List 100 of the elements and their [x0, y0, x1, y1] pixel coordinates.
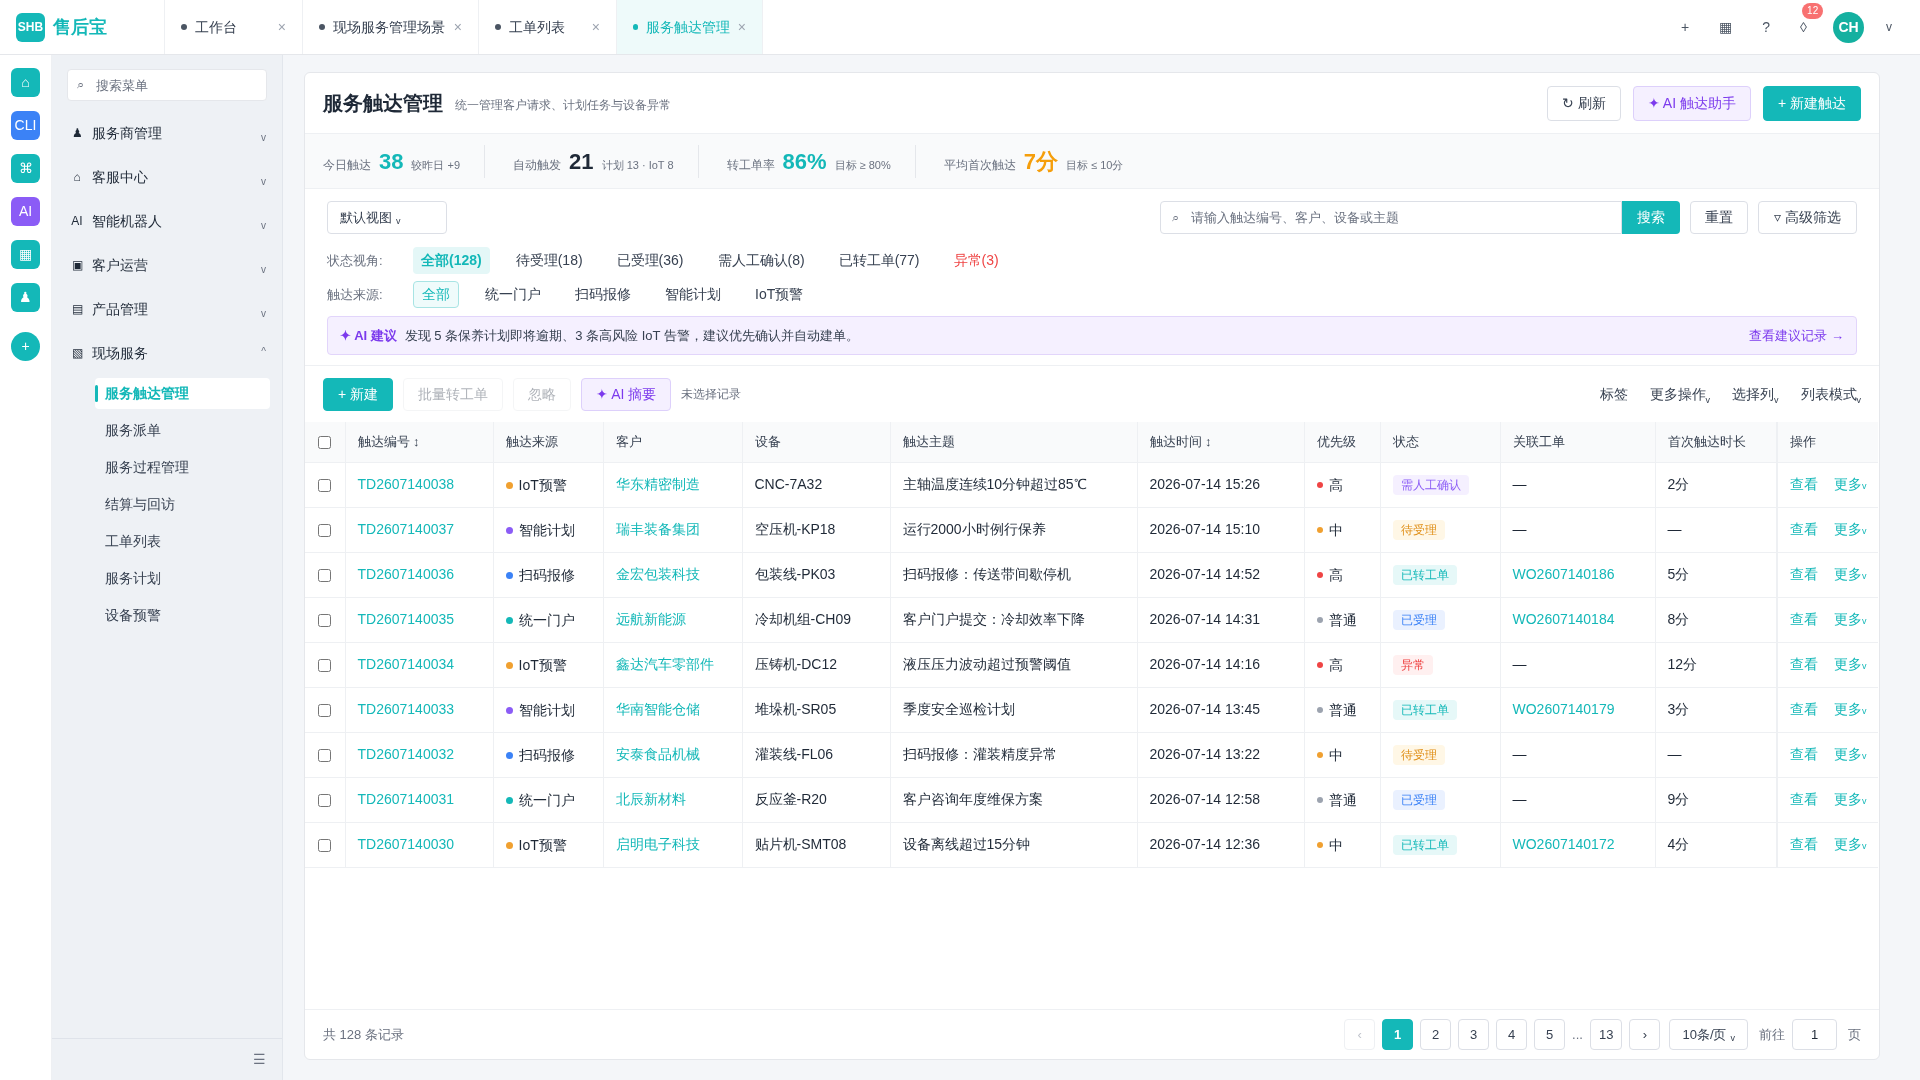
toolbar-button[interactable]: + 新建 [323, 377, 394, 411]
more-link[interactable]: 更多 [1834, 656, 1862, 672]
close-icon[interactable]: × [737, 16, 746, 38]
more-link[interactable]: 更多 [1834, 701, 1862, 717]
filter-chip[interactable]: 待受理(18) [507, 247, 591, 274]
record-link[interactable]: TD2607140034 [357, 656, 455, 672]
rail-button[interactable]: CLI [11, 111, 40, 140]
menu-item[interactable]: ♟ 服务商管理 v [52, 111, 282, 155]
customer-link[interactable]: 远航新能源 [615, 611, 686, 627]
close-icon[interactable]: × [277, 16, 286, 38]
record-link[interactable]: TD2607140033 [357, 701, 455, 717]
filter-chip[interactable]: 全部 [413, 281, 459, 308]
view-link[interactable]: 查看 [1790, 701, 1818, 717]
toolbar-icon[interactable]: ? [1758, 18, 1775, 35]
more-link[interactable]: 更多 [1834, 476, 1862, 492]
menu-item[interactable]: ⌂ 客服中心 v [52, 155, 282, 199]
filter-chip[interactable]: 智能计划 [657, 281, 729, 308]
next-page-button[interactable]: › [1629, 1019, 1661, 1050]
row-checkbox[interactable] [318, 748, 332, 762]
view-suggestions-link[interactable]: 查看建议记录 → [1749, 325, 1844, 346]
select-all-checkbox[interactable] [318, 436, 332, 450]
view-link[interactable]: 查看 [1790, 746, 1818, 762]
filter-chip[interactable]: 异常(3) [945, 247, 1007, 274]
advanced-filter-button[interactable]: ▿ 高级筛选 [1758, 201, 1857, 234]
page-button[interactable]: 5 [1534, 1019, 1566, 1050]
row-checkbox[interactable] [318, 478, 332, 492]
record-link[interactable]: TD2607140036 [357, 566, 455, 582]
submenu-item[interactable]: 服务计划 [95, 563, 270, 594]
toolbar-menu[interactable]: 标签 [1599, 383, 1628, 405]
caret-icon[interactable]: v [1886, 18, 1892, 36]
page-tab[interactable]: 服务触达管理 × [617, 0, 763, 54]
page-button[interactable]: 3 [1458, 1019, 1490, 1050]
customer-link[interactable]: 启明电子科技 [615, 836, 700, 852]
toolbar-button[interactable]: ✦ AI 摘要 [581, 377, 672, 411]
row-checkbox[interactable] [318, 838, 332, 852]
rail-button[interactable]: ▦ [11, 240, 40, 269]
page-button[interactable]: 1 [1382, 1019, 1414, 1050]
view-link[interactable]: 查看 [1790, 656, 1818, 672]
work-order-link[interactable]: WO2607140172 [1512, 836, 1615, 852]
page-size-dropdown[interactable]: 10条/页 v [1669, 1019, 1748, 1050]
submenu-item[interactable]: 服务触达管理 [95, 378, 270, 409]
rail-button[interactable]: + [11, 332, 40, 361]
record-link[interactable]: TD2607140030 [357, 836, 455, 852]
customer-link[interactable]: 华东精密制造 [615, 476, 700, 492]
filter-chip[interactable]: IoT预警 [747, 281, 812, 308]
submenu-item[interactable]: 服务过程管理 [95, 452, 270, 483]
more-link[interactable]: 更多 [1834, 611, 1862, 627]
more-link[interactable]: 更多 [1834, 836, 1862, 852]
filter-chip[interactable]: 已转工单(77) [830, 247, 928, 274]
header-button[interactable]: ✦ AI 触达助手 [1632, 85, 1751, 121]
record-link[interactable]: TD2607140032 [357, 746, 455, 762]
page-button[interactable]: 2 [1420, 1019, 1452, 1050]
toolbar-icon[interactable]: + [1677, 18, 1694, 35]
rail-button[interactable]: ⌂ [11, 68, 40, 97]
view-link[interactable]: 查看 [1790, 836, 1818, 852]
view-link[interactable]: 查看 [1790, 566, 1818, 582]
row-checkbox[interactable] [318, 613, 332, 627]
view-link[interactable]: 查看 [1790, 521, 1818, 537]
customer-link[interactable]: 华南智能仓储 [615, 701, 700, 717]
view-link[interactable]: 查看 [1790, 611, 1818, 627]
view-link[interactable]: 查看 [1790, 476, 1818, 492]
record-link[interactable]: TD2607140031 [357, 791, 455, 807]
page-tab[interactable]: 工作台 × [165, 0, 303, 54]
search-button[interactable]: 搜索 [1622, 201, 1680, 234]
customer-link[interactable]: 鑫达汽车零部件 [615, 656, 714, 672]
reset-button[interactable]: 重置 [1690, 201, 1748, 234]
menu-item[interactable]: ▤ 产品管理 v [52, 287, 282, 331]
collapse-icon[interactable]: ☰ [253, 1049, 266, 1070]
row-checkbox[interactable] [318, 658, 332, 672]
more-link[interactable]: 更多 [1834, 746, 1862, 762]
filter-chip[interactable]: 扫码报修 [567, 281, 639, 308]
work-order-link[interactable]: WO2607140179 [1512, 701, 1615, 717]
record-link[interactable]: TD2607140035 [357, 611, 455, 627]
menu-item[interactable]: ▧ 现场服务 ^ [52, 331, 282, 375]
rail-button[interactable]: AI [11, 197, 40, 226]
rail-button[interactable]: ♟ [11, 283, 40, 312]
work-order-link[interactable]: WO2607140184 [1512, 611, 1615, 627]
column-header[interactable]: 触达时间 ↕ [1149, 434, 1212, 449]
row-checkbox[interactable] [318, 523, 332, 537]
record-link[interactable]: TD2607140037 [357, 521, 455, 537]
view-link[interactable]: 查看 [1790, 791, 1818, 807]
page-button[interactable]: 4 [1496, 1019, 1528, 1050]
row-checkbox[interactable] [318, 703, 332, 717]
row-checkbox[interactable] [318, 793, 332, 807]
toolbar-icon[interactable]: ◊ [1796, 18, 1811, 35]
customer-link[interactable]: 金宏包装科技 [615, 566, 700, 582]
menu-item[interactable]: AI 智能机器人 v [52, 199, 282, 243]
more-link[interactable]: 更多 [1834, 521, 1862, 537]
filter-chip[interactable]: 需人工确认(8) [709, 247, 813, 274]
customer-link[interactable]: 安泰食品机械 [615, 746, 700, 762]
more-link[interactable]: 更多 [1834, 791, 1862, 807]
rail-button[interactable]: ⌘ [11, 154, 40, 183]
row-checkbox[interactable] [318, 568, 332, 582]
submenu-item[interactable]: 结算与回访 [95, 489, 270, 520]
user-avatar[interactable]: CH [1833, 11, 1864, 43]
submenu-item[interactable]: 服务派单 [95, 415, 270, 446]
customer-link[interactable]: 瑞丰装备集团 [615, 521, 700, 537]
view-dropdown[interactable]: 默认视图 v [327, 201, 447, 234]
close-icon[interactable]: × [453, 16, 462, 38]
submenu-item[interactable]: 设备预警 [95, 600, 270, 631]
